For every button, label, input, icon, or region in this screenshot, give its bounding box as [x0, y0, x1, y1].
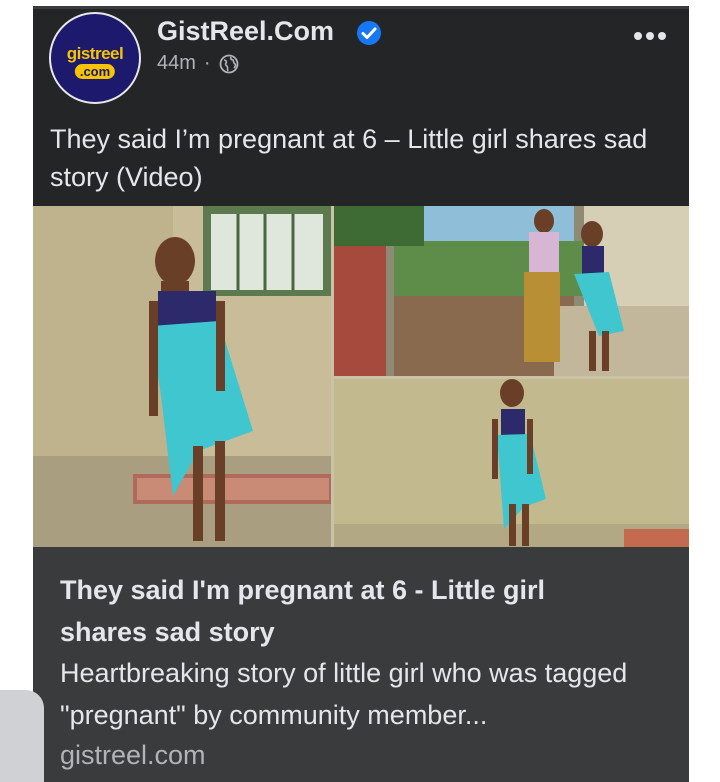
facebook-post: gistreel .com GistReel.Com 44m · They sa…	[33, 6, 689, 782]
post-image-girl-wall[interactable]	[334, 379, 689, 547]
screen-edge-handle	[0, 690, 44, 782]
globe-icon	[219, 54, 238, 73]
post-meta: 44m ·	[157, 52, 239, 75]
meta-separator: ·	[203, 52, 211, 74]
page-avatar[interactable]: gistreel .com	[49, 12, 141, 104]
post-caption: They said I’m pregnant at 6 – Little gir…	[50, 124, 648, 192]
divider	[33, 6, 689, 9]
verified-badge-icon	[357, 21, 381, 45]
link-preview-title[interactable]: They said I'm pregnant at 6 - Little gir…	[60, 569, 620, 653]
link-preview-description: Heartbreaking story of little girl who w…	[60, 658, 628, 730]
post-image-collage[interactable]	[33, 206, 689, 547]
avatar-logo-text: gistreel	[66, 44, 124, 63]
link-preview-domain: gistreel.com	[60, 740, 206, 770]
post-timestamp[interactable]: 44m	[157, 52, 196, 75]
page-name-link[interactable]: GistReel.Com	[157, 16, 334, 47]
avatar-logo-suffix: .com	[74, 64, 116, 79]
more-horizontal-icon[interactable]	[633, 30, 667, 42]
link-preview-card[interactable]: They said I'm pregnant at 6 - Little gir…	[33, 547, 689, 782]
post-image-girl-outdoor[interactable]	[334, 206, 689, 376]
post-image-girl-indoor[interactable]	[33, 206, 331, 547]
